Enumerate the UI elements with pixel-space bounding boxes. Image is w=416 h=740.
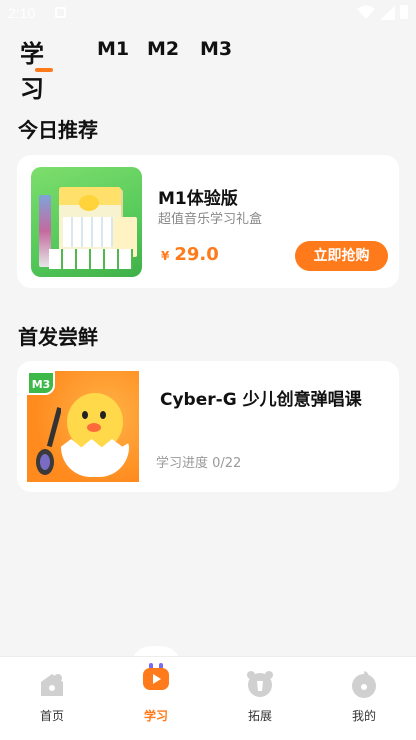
signal-icon <box>380 6 395 20</box>
course-image: M3 <box>27 371 139 482</box>
status-time: 2:10 <box>8 5 36 21</box>
nav-item-profile[interactable]: 我的 <box>312 657 416 740</box>
tab-m2[interactable]: M2 <box>147 38 179 60</box>
nav-label-study: 学习 <box>143 709 168 723</box>
bottom-nav: 首页 学习 拓展 我的 <box>0 656 416 740</box>
product-image <box>31 167 142 277</box>
nav-item-expand[interactable]: 拓展 <box>208 657 312 740</box>
course-progress: 学习进度 0/22 <box>156 456 242 471</box>
level-badge: M3 <box>27 371 55 395</box>
price-currency: ¥ <box>161 249 170 263</box>
section-title-debut: 首发尝鲜 <box>18 325 98 349</box>
product-title: M1体验版 <box>158 189 238 209</box>
nav-label-home: 首页 <box>39 709 64 723</box>
tab-m3[interactable]: M3 <box>200 38 232 60</box>
nav-label-profile: 我的 <box>351 709 376 723</box>
guitar-icon <box>36 407 61 475</box>
nav-item-study[interactable]: 学习 <box>104 657 208 740</box>
section-title-today: 今日推荐 <box>18 118 98 142</box>
expand-icon <box>247 671 273 697</box>
nav-label-expand: 拓展 <box>247 709 272 723</box>
nav-item-home[interactable]: 首页 <box>0 657 104 740</box>
wifi-icon <box>357 5 375 19</box>
product-subtitle: 超值音乐学习礼盒 <box>158 212 263 227</box>
product-price: ¥29.0 <box>161 244 219 265</box>
status-bar: 2:10 <box>0 0 416 28</box>
tab-m1[interactable]: M1 <box>97 38 129 60</box>
price-value: 29.0 <box>174 244 219 265</box>
tab-active-indicator <box>35 68 53 72</box>
home-icon <box>41 674 63 696</box>
product-card[interactable]: M1体验版 超值音乐学习礼盒 ¥29.0 立即抢购 <box>17 155 399 288</box>
profile-icon <box>352 671 376 698</box>
course-title: Cyber-G 少儿创意弹唱课 <box>160 390 362 410</box>
battery-icon <box>400 5 408 19</box>
study-icon <box>143 663 169 690</box>
notification-icon <box>55 7 66 18</box>
course-card[interactable]: M3 Cyber-G 少儿创意弹唱课 学习进度 0/22 <box>17 361 399 492</box>
buy-now-button[interactable]: 立即抢购 <box>295 241 388 271</box>
